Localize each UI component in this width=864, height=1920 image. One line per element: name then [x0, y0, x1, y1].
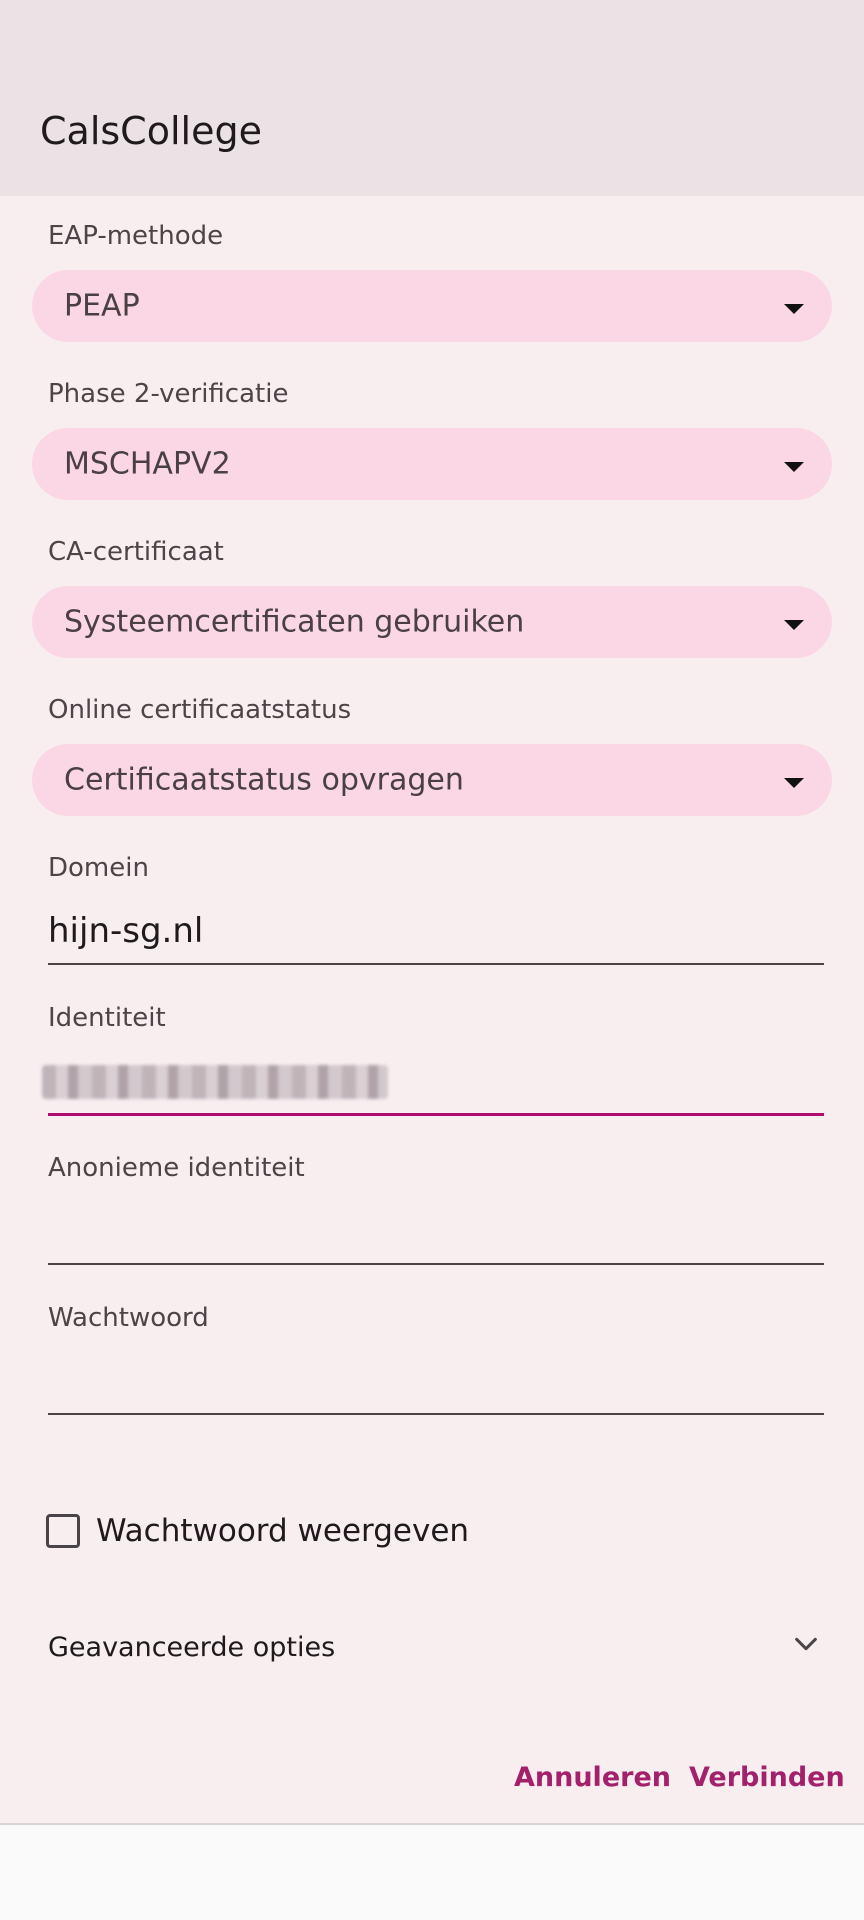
ca-cert-label: CA-certificaat: [48, 537, 224, 567]
caret-down-icon: [784, 462, 804, 472]
eap-method-label: EAP-methode: [48, 221, 224, 251]
dialog-header: CalsCollege: [0, 0, 864, 196]
chevron-down-icon: [795, 1637, 817, 1651]
show-password-checkbox[interactable]: [46, 1514, 80, 1548]
password-label: Wachtwoord: [48, 1303, 209, 1333]
domain-value: hijn-sg.nl: [48, 911, 204, 951]
caret-down-icon: [784, 620, 804, 630]
domain-input[interactable]: hijn-sg.nl: [48, 901, 824, 965]
online-status-value: Certificaatstatus opvragen: [64, 762, 464, 798]
online-status-label: Online certificaatstatus: [48, 695, 352, 725]
anonymous-identity-label: Anonieme identiteit: [48, 1153, 305, 1183]
wifi-config-dialog: CalsCollege EAP-methode PEAP Phase 2-ver…: [0, 0, 864, 1825]
cancel-button[interactable]: Annuleren: [514, 1762, 671, 1793]
show-password-label: Wachtwoord weergeven: [96, 1513, 470, 1549]
caret-down-icon: [784, 778, 804, 788]
eap-method-dropdown[interactable]: PEAP: [32, 270, 832, 342]
identity-label: Identiteit: [48, 1003, 166, 1033]
caret-down-icon: [784, 304, 804, 314]
phase2-dropdown[interactable]: MSCHAPV2: [32, 428, 832, 500]
online-status-dropdown[interactable]: Certificaatstatus opvragen: [32, 744, 832, 816]
ca-cert-value: Systeemcertificaten gebruiken: [64, 604, 525, 640]
phase2-label: Phase 2-verificatie: [48, 379, 289, 409]
password-input[interactable]: [48, 1351, 824, 1415]
advanced-options-toggle[interactable]: Geavanceerde opties: [0, 1620, 864, 1676]
anonymous-identity-input[interactable]: [48, 1201, 824, 1265]
phase2-value: MSCHAPV2: [64, 446, 231, 482]
eap-method-value: PEAP: [64, 288, 140, 324]
advanced-options-label: Geavanceerde opties: [48, 1632, 336, 1663]
identity-redacted-value: [42, 1065, 388, 1099]
domain-label: Domein: [48, 853, 149, 883]
identity-input[interactable]: [42, 1052, 824, 1116]
connect-button[interactable]: Verbinden: [689, 1762, 845, 1793]
dialog-title: CalsCollege: [40, 109, 262, 153]
ca-cert-dropdown[interactable]: Systeemcertificaten gebruiken: [32, 586, 832, 658]
